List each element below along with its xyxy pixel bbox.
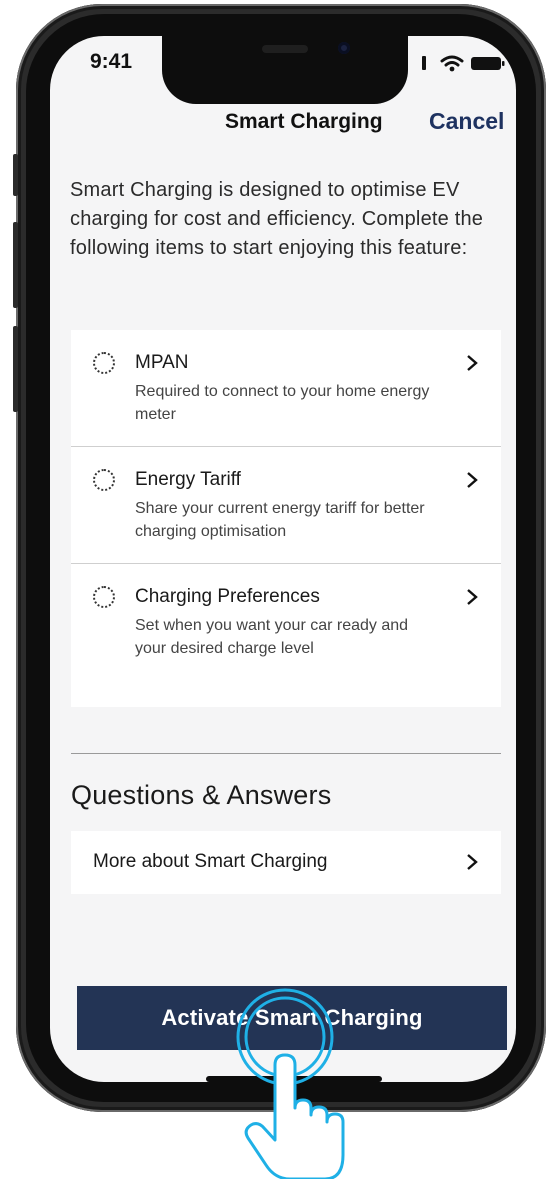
qa-item-label: More about Smart Charging <box>93 851 328 872</box>
wifi-icon <box>440 55 464 72</box>
chevron-right-icon <box>467 589 478 605</box>
home-indicator <box>206 1076 382 1082</box>
signal-icon <box>422 56 426 70</box>
setup-item-description: Share your current energy tariff for bet… <box>135 500 425 540</box>
side-button-mute <box>13 154 18 196</box>
chevron-right-icon <box>467 472 478 488</box>
qa-item-more-about-smart-charging[interactable]: More about Smart Charging <box>71 831 501 894</box>
setup-checklist: MPAN Required to connect to your home en… <box>71 330 501 707</box>
setup-item-mpan[interactable]: MPAN Required to connect to your home en… <box>71 330 501 447</box>
setup-item-description: Set when you want your car ready and you… <box>135 617 409 657</box>
chevron-right-icon <box>467 854 478 870</box>
setup-item-title: Energy Tariff <box>135 469 241 490</box>
battery-icon <box>471 57 505 70</box>
setup-item-title: MPAN <box>135 352 189 373</box>
setup-item-description: Required to connect to your home energy … <box>135 383 430 423</box>
status-time: 9:41 <box>90 50 133 73</box>
page-title: Smart Charging <box>225 110 383 133</box>
dotted-circle-icon <box>93 352 115 374</box>
activate-smart-charging-button[interactable]: Activate Smart Charging <box>77 986 507 1050</box>
qa-heading: Questions & Answers <box>71 780 332 810</box>
notch <box>162 36 408 104</box>
phone-screen: 9:41 Smart Charging Cancel Smart Chargin… <box>50 36 516 1082</box>
front-camera <box>338 42 350 54</box>
dotted-circle-icon <box>93 586 115 608</box>
side-button-volume-down <box>13 326 18 412</box>
speaker <box>262 45 308 53</box>
chevron-right-icon <box>467 355 478 371</box>
intro-text: Smart Charging is designed to optimise E… <box>70 179 484 259</box>
dotted-circle-icon <box>93 469 115 491</box>
status-icons <box>422 55 505 72</box>
setup-item-charging-preferences[interactable]: Charging Preferences Set when you want y… <box>71 564 501 707</box>
section-divider <box>71 753 501 754</box>
side-button-volume-up <box>13 222 18 308</box>
setup-item-energy-tariff[interactable]: Energy Tariff Share your current energy … <box>71 447 501 564</box>
setup-item-title: Charging Preferences <box>135 586 320 607</box>
cancel-button[interactable]: Cancel <box>429 108 504 135</box>
